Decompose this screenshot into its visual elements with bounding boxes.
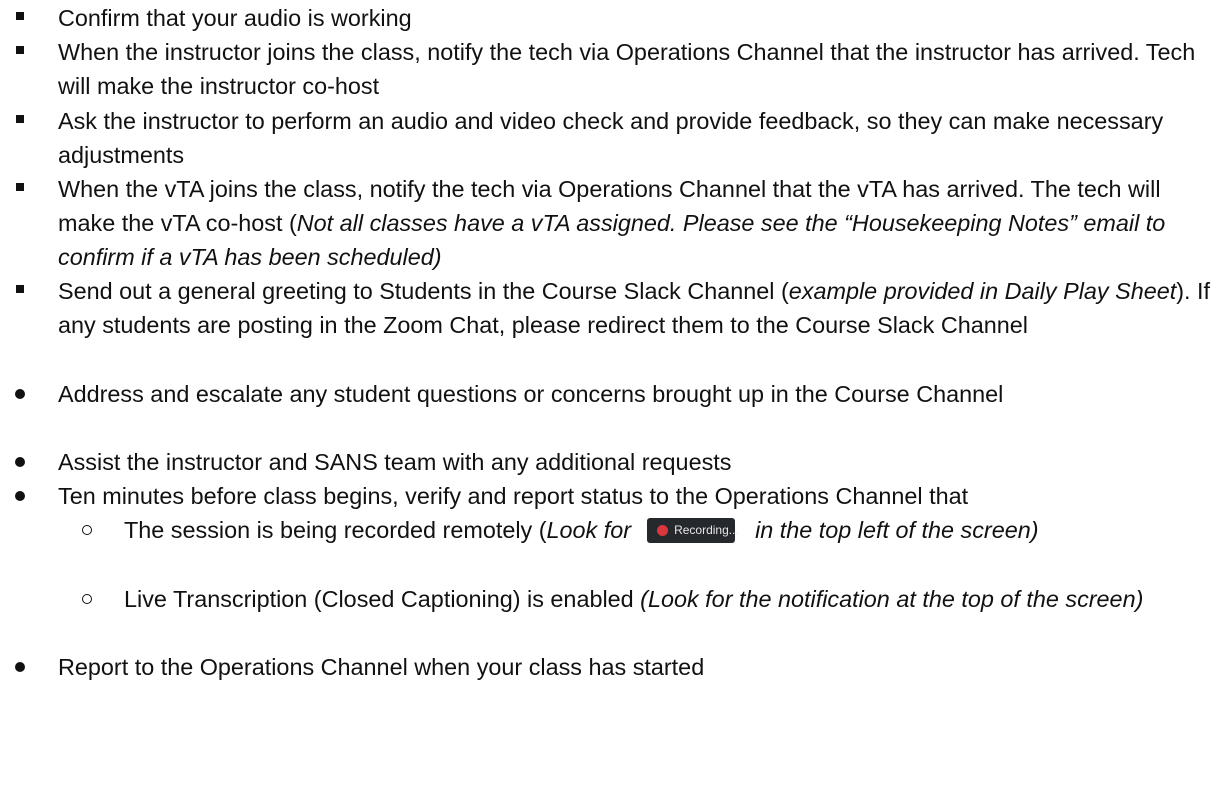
square-bullet-icon bbox=[16, 285, 24, 293]
record-dot-icon bbox=[657, 525, 669, 536]
recording-label: Recording... bbox=[674, 523, 739, 537]
list-item-text: Report to the Operations Channel when yo… bbox=[58, 654, 705, 680]
square-bullet-icon bbox=[16, 12, 24, 20]
list-item-text: When the instructor joins the class, not… bbox=[58, 39, 1196, 99]
hollow-circle-bullet-icon bbox=[82, 525, 92, 535]
round-bullet-icon bbox=[15, 389, 25, 399]
round-bullet-icon bbox=[15, 662, 25, 672]
list-item-text: Ten minutes before class begins, verify … bbox=[58, 483, 969, 509]
round-bullet-icon bbox=[15, 457, 25, 467]
list-item-text: Ask the instructor to perform an audio a… bbox=[58, 108, 1164, 168]
sub-list-item-text: Live Transcription (Closed Captioning) i… bbox=[124, 586, 1144, 612]
square-bullet-icon bbox=[16, 46, 24, 54]
hollow-circle-bullet-icon bbox=[82, 594, 92, 604]
list-item-text: Confirm that your audio is working bbox=[58, 5, 412, 31]
list-item-text: When the vTA joins the class, notify the… bbox=[58, 176, 1166, 270]
list-item-text: Send out a general greeting to Students … bbox=[58, 278, 1211, 338]
round-bullet-icon bbox=[15, 491, 25, 501]
square-bullet-icon bbox=[16, 183, 24, 191]
list-item-text: Address and escalate any student questio… bbox=[58, 381, 1004, 407]
square-bullet-icon bbox=[16, 115, 24, 123]
sub-list-item-text: The session is being recorded remotely (… bbox=[124, 517, 1039, 543]
list-item-text: Assist the instructor and SANS team with… bbox=[58, 449, 732, 475]
recording-indicator: Recording... bbox=[647, 518, 739, 543]
